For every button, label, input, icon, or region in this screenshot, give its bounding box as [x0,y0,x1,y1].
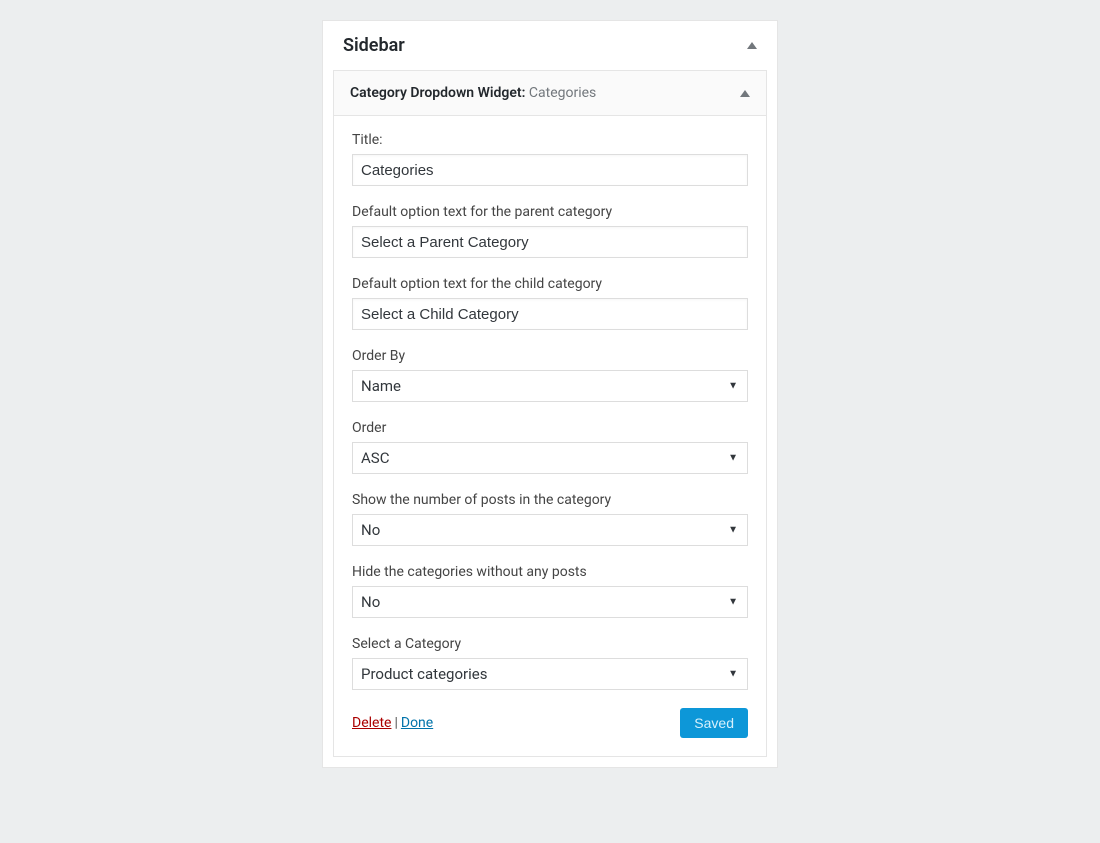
widget-header-title: Category Dropdown Widget: Categories [350,85,596,101]
action-links: Delete|Done [352,715,433,731]
order-by-select[interactable]: Name [352,370,748,402]
show-count-value: No [361,521,380,539]
order-by-value: Name [361,377,401,395]
sidebar-title: Sidebar [343,35,405,56]
sidebar-panel: Sidebar Category Dropdown Widget: Catego… [322,20,778,768]
hide-empty-value: No [361,593,380,611]
widget-actions: Delete|Done Saved [352,708,748,738]
collapse-up-icon [747,42,757,49]
widget-name: Category Dropdown Widget [350,85,522,101]
parent-text-input[interactable] [352,226,748,258]
hide-empty-label: Hide the categories without any posts [352,564,748,580]
hide-empty-field-group: Hide the categories without any posts No… [352,564,748,618]
widget-body: Title: Default option text for the paren… [334,116,766,756]
show-count-field-group: Show the number of posts in the category… [352,492,748,546]
show-count-select[interactable]: No [352,514,748,546]
show-count-label: Show the number of posts in the category [352,492,748,508]
widget-container: Category Dropdown Widget: Categories Tit… [333,70,767,757]
hide-empty-select[interactable]: No [352,586,748,618]
link-separator: | [391,715,400,731]
widget-instance-name: Categories [529,85,596,101]
panel-bottom-spacer [323,757,777,767]
select-category-value: Product categories [361,665,487,683]
collapse-up-icon [740,90,750,97]
title-field-group: Title: [352,132,748,186]
widget-header[interactable]: Category Dropdown Widget: Categories [334,71,766,116]
parent-text-label: Default option text for the parent categ… [352,204,748,220]
child-text-label: Default option text for the child catego… [352,276,748,292]
saved-button[interactable]: Saved [680,708,748,738]
order-by-field-group: Order By Name ▼ [352,348,748,402]
select-category-label: Select a Category [352,636,748,652]
title-input[interactable] [352,154,748,186]
order-value: ASC [361,449,389,467]
order-label: Order [352,420,748,436]
order-field-group: Order ASC ▼ [352,420,748,474]
child-text-field-group: Default option text for the child catego… [352,276,748,330]
parent-text-field-group: Default option text for the parent categ… [352,204,748,258]
sidebar-header[interactable]: Sidebar [323,21,777,70]
order-select[interactable]: ASC [352,442,748,474]
select-category-field-group: Select a Category Product categories ▼ [352,636,748,690]
child-text-input[interactable] [352,298,748,330]
title-label: Title: [352,132,748,148]
widget-separator: : [522,85,529,101]
done-link[interactable]: Done [401,715,433,731]
delete-link[interactable]: Delete [352,715,391,731]
order-by-label: Order By [352,348,748,364]
select-category-select[interactable]: Product categories [352,658,748,690]
